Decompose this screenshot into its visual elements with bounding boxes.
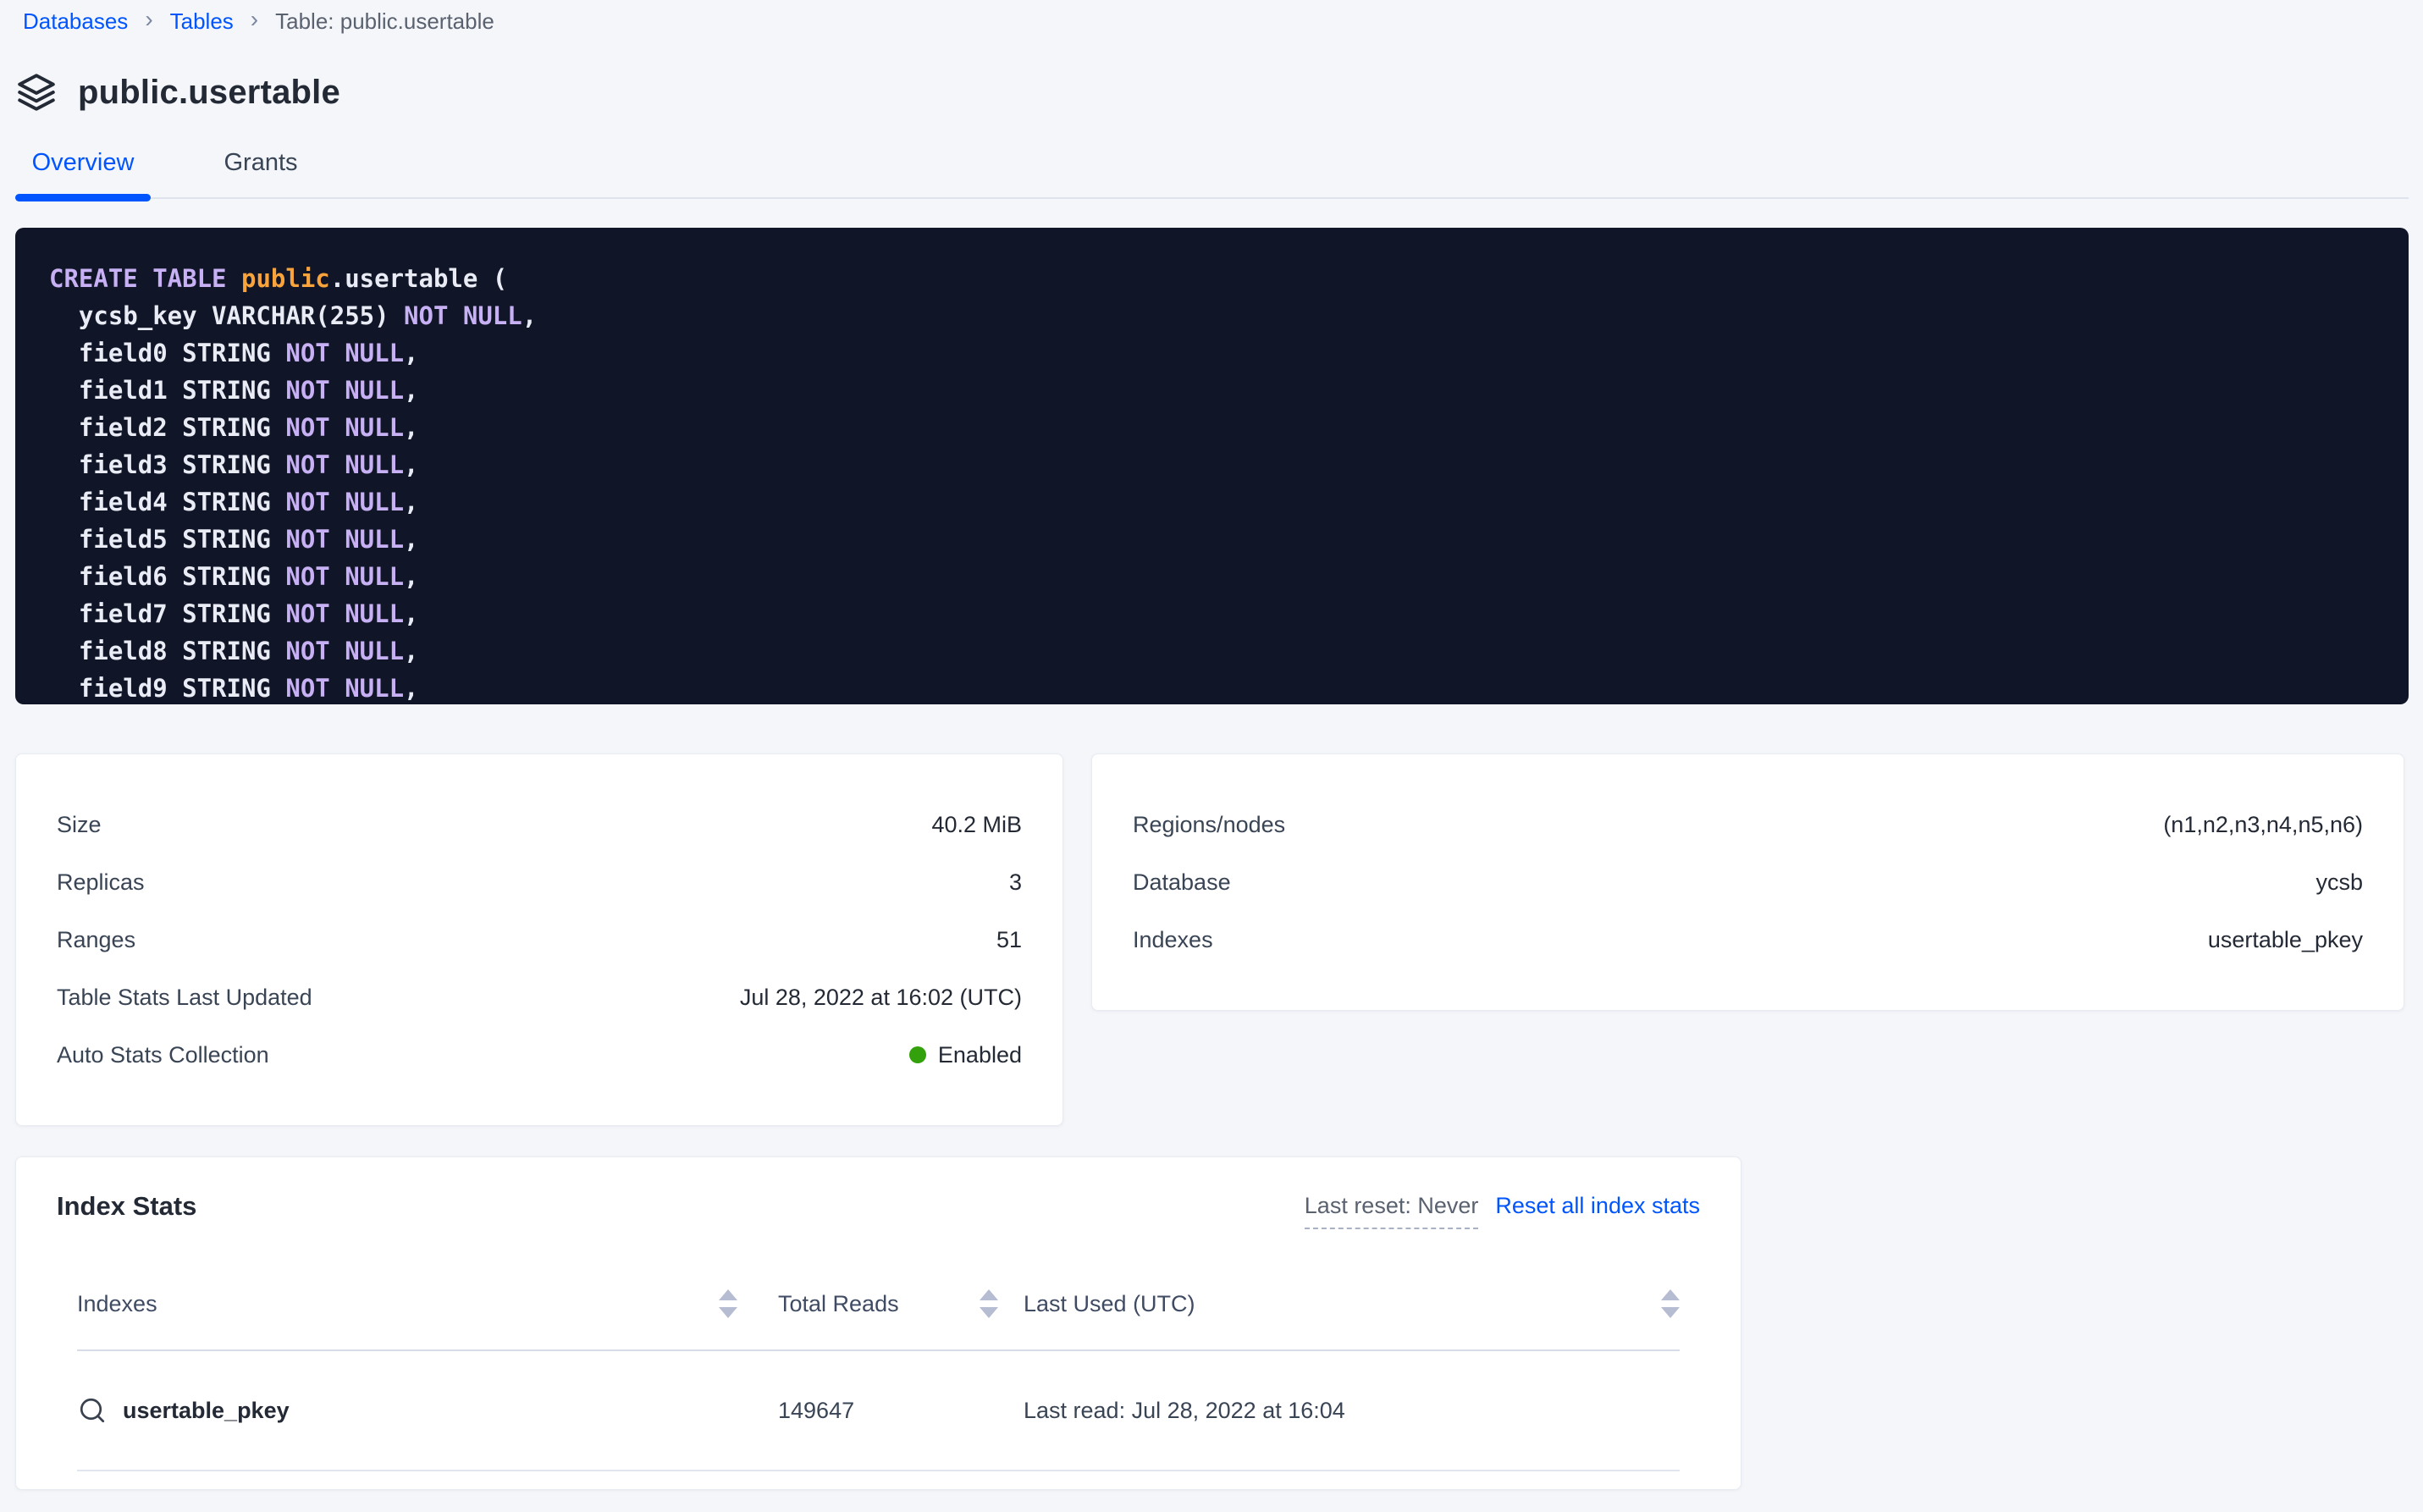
breadcrumb-current: Table: public.usertable	[275, 8, 494, 35]
layers-icon	[15, 71, 58, 113]
sort-toggle-indexes[interactable]	[719, 1289, 737, 1318]
sort-toggle-total-reads[interactable]	[980, 1289, 998, 1318]
sql-line: ycsb_key VARCHAR(255) NOT NULL,	[49, 297, 2375, 334]
status-badge: Enabled	[938, 1042, 1022, 1068]
tab-overview[interactable]: Overview	[15, 137, 151, 197]
stat-row-regions: Regions/nodes (n1,n2,n3,n4,n5,n6)	[1133, 796, 2363, 853]
page-header: public.usertable	[15, 71, 2409, 113]
sql-line: field0 STRING NOT NULL,	[49, 334, 2375, 372]
index-stats-title: Index Stats	[57, 1191, 196, 1222]
create-table-statement-box: CREATE TABLE public.usertable ( ycsb_key…	[15, 228, 2409, 704]
sort-asc-icon	[719, 1289, 737, 1300]
sort-desc-icon	[1661, 1307, 1680, 1318]
sql-line: field2 STRING NOT NULL,	[49, 409, 2375, 446]
total-reads-value: 149647	[778, 1398, 854, 1424]
table-details-card: Size 40.2 MiB Replicas 3 Ranges 51 Table…	[15, 753, 1063, 1126]
table-row: usertable_pkey 149647 Last read: Jul 28,…	[77, 1351, 1680, 1471]
breadcrumb: Databases › Tables › Table: public.usert…	[23, 7, 2409, 36]
status-enabled-dot-icon	[909, 1046, 926, 1063]
reset-area: Last reset: Never Reset all index stats	[1305, 1191, 1700, 1229]
reset-all-index-stats-link[interactable]: Reset all index stats	[1495, 1193, 1700, 1219]
chevron-right-icon: ›	[251, 8, 258, 31]
breadcrumb-link-tables[interactable]: Tables	[170, 8, 234, 35]
index-stats-card: Index Stats Last reset: Never Reset all …	[15, 1156, 1741, 1490]
stat-row-ranges: Ranges 51	[57, 911, 1022, 968]
column-header-total-reads: Total Reads	[778, 1291, 899, 1317]
page-title: public.usertable	[78, 74, 340, 112]
search-icon	[77, 1395, 108, 1426]
tab-grants[interactable]: Grants	[193, 137, 328, 197]
stat-row-indexes: Indexes usertable_pkey	[1133, 911, 2363, 968]
column-header-indexes: Indexes	[77, 1291, 157, 1317]
table-meta-card: Regions/nodes (n1,n2,n3,n4,n5,n6) Databa…	[1091, 753, 2404, 1011]
stat-row-database: Database ycsb	[1133, 853, 2363, 911]
index-stats-table: Indexes Total Reads Last Used (UTC)	[57, 1258, 1700, 1471]
sql-line: field9 STRING NOT NULL,	[49, 670, 2375, 704]
stat-row-replicas: Replicas 3	[57, 853, 1022, 911]
table-details-page: Databases › Tables › Table: public.usert…	[0, 0, 2423, 1512]
sql-line: field5 STRING NOT NULL,	[49, 521, 2375, 558]
breadcrumb-link-databases[interactable]: Databases	[23, 8, 128, 35]
stat-row-size: Size 40.2 MiB	[57, 796, 1022, 853]
tab-bar: Overview Grants	[15, 137, 2409, 199]
sort-asc-icon	[980, 1289, 998, 1300]
sql-line: field1 STRING NOT NULL,	[49, 372, 2375, 409]
sort-desc-icon	[719, 1307, 737, 1318]
stat-row-auto-stats: Auto Stats Collection Enabled	[57, 1026, 1022, 1084]
index-link[interactable]: usertable_pkey	[77, 1395, 290, 1426]
sort-desc-icon	[980, 1307, 998, 1318]
table-header-row: Indexes Total Reads Last Used (UTC)	[77, 1258, 1680, 1351]
summary-cards: Size 40.2 MiB Replicas 3 Ranges 51 Table…	[15, 753, 2409, 1126]
sql-line: field7 STRING NOT NULL,	[49, 595, 2375, 632]
sql-line: CREATE TABLE public.usertable (	[49, 260, 2375, 297]
last-used-value: Last read: Jul 28, 2022 at 16:04	[1024, 1398, 1345, 1424]
sql-line: field3 STRING NOT NULL,	[49, 446, 2375, 483]
sql-line: field4 STRING NOT NULL,	[49, 483, 2375, 521]
index-stats-header: Index Stats Last reset: Never Reset all …	[57, 1191, 1700, 1229]
chevron-right-icon: ›	[145, 8, 152, 31]
sort-toggle-last-used[interactable]	[1661, 1289, 1680, 1318]
sort-asc-icon	[1661, 1289, 1680, 1300]
sql-line: field8 STRING NOT NULL,	[49, 632, 2375, 670]
last-reset-label: Last reset: Never	[1305, 1193, 1479, 1229]
stat-row-stats-updated: Table Stats Last Updated Jul 28, 2022 at…	[57, 968, 1022, 1026]
column-header-last-used: Last Used (UTC)	[1024, 1291, 1195, 1317]
index-name: usertable_pkey	[123, 1398, 290, 1424]
sql-line: field6 STRING NOT NULL,	[49, 558, 2375, 595]
